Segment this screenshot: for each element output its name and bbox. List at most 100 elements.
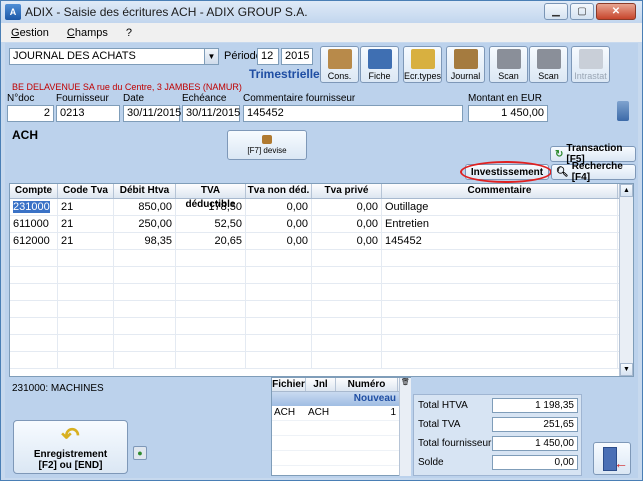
menu-champs[interactable]: Champs	[67, 27, 108, 39]
table-cell[interactable]	[10, 352, 58, 368]
table-cell[interactable]	[312, 267, 382, 283]
table-cell[interactable]: 612000	[10, 233, 58, 249]
table-cell[interactable]: 20,65	[176, 233, 246, 249]
table-cell[interactable]	[10, 318, 58, 334]
table-cell[interactable]: 0,00	[312, 199, 382, 215]
table-cell[interactable]	[114, 250, 176, 266]
table-cell[interactable]	[382, 318, 618, 334]
table-cell[interactable]	[176, 335, 246, 351]
status-ok-icon[interactable]: ●	[133, 446, 147, 460]
list-item[interactable]	[272, 451, 410, 466]
table-cell[interactable]: 250,00	[114, 216, 176, 232]
column-header[interactable]: Numéro	[336, 378, 398, 391]
toolbar-button-scan-4[interactable]: Scan	[489, 46, 528, 83]
table-cell[interactable]	[10, 267, 58, 283]
table-cell[interactable]	[312, 352, 382, 368]
column-header[interactable]: Commentaire	[382, 184, 618, 198]
echeance-field[interactable]: 30/11/2015	[182, 105, 240, 122]
table-cell[interactable]	[114, 267, 176, 283]
minimize-icon[interactable]: ▁	[544, 3, 568, 20]
toolbar-button-journal-3[interactable]: Journal	[446, 46, 485, 83]
table-cell[interactable]	[382, 335, 618, 351]
table-cell[interactable]	[176, 318, 246, 334]
close-icon[interactable]: ✕	[596, 3, 636, 20]
table-cell[interactable]: 21	[58, 216, 114, 232]
table-cell[interactable]: 850,00	[114, 199, 176, 215]
phone-icon[interactable]	[617, 101, 629, 121]
table-cell[interactable]	[176, 267, 246, 283]
list-item[interactable]: ACH ACH 1	[272, 406, 410, 421]
table-row[interactable]	[10, 250, 633, 267]
table-cell[interactable]	[10, 301, 58, 317]
table-cell[interactable]: 0,00	[312, 233, 382, 249]
table-cell[interactable]: 0,00	[312, 216, 382, 232]
column-header[interactable]: Code Tva	[58, 184, 114, 198]
toolbar-button-ecrtypes-2[interactable]: Ecr.types	[403, 46, 442, 83]
toolbar-button-fiche-1[interactable]: Fiche	[360, 46, 399, 83]
table-cell[interactable]	[58, 352, 114, 368]
table-cell[interactable]: 52,50	[176, 216, 246, 232]
commentaire-field[interactable]: 145452	[243, 105, 463, 122]
table-row[interactable]	[10, 284, 633, 301]
table-cell[interactable]	[382, 352, 618, 368]
column-header[interactable]: Compte	[10, 184, 58, 198]
table-cell[interactable]	[382, 250, 618, 266]
table-cell[interactable]	[246, 301, 312, 317]
table-row[interactable]	[10, 301, 633, 318]
periode-year-field[interactable]: 2015	[281, 48, 313, 65]
table-cell[interactable]: 145452	[382, 233, 618, 249]
grid-scrollbar[interactable]: ▲ ▼	[619, 184, 633, 376]
exit-button[interactable]: ←	[593, 442, 631, 475]
table-cell[interactable]	[246, 352, 312, 368]
table-cell[interactable]: Outillage	[382, 199, 618, 215]
table-cell[interactable]	[10, 335, 58, 351]
table-cell[interactable]: 21	[58, 199, 114, 215]
table-row[interactable]: 612000 21 98,35 20,65 0,00 0,00 145452	[10, 233, 633, 250]
table-cell[interactable]: 611000	[10, 216, 58, 232]
toolbar-button-cons-0[interactable]: Cons.	[320, 46, 359, 83]
table-cell[interactable]	[58, 250, 114, 266]
menu-help[interactable]: ?	[126, 27, 132, 39]
table-cell[interactable]	[114, 301, 176, 317]
table-cell[interactable]	[114, 352, 176, 368]
scroll-down-icon[interactable]: ▼	[620, 363, 633, 376]
table-row[interactable]	[10, 352, 633, 369]
nouveau-row[interactable]: Nouveau	[272, 392, 410, 406]
table-cell[interactable]	[312, 318, 382, 334]
table-cell[interactable]	[58, 335, 114, 351]
table-cell[interactable]	[312, 284, 382, 300]
toolbar-button-intrastat-6[interactable]: Intrastat	[571, 46, 610, 83]
table-cell[interactable]	[382, 284, 618, 300]
journal-select[interactable]: JOURNAL DES ACHATS ▼	[9, 48, 219, 65]
enregistrement-button[interactable]: ↶ Enregistrement [F2] ou [END]	[13, 420, 128, 474]
chevron-down-icon[interactable]: ▼	[204, 49, 218, 64]
table-cell[interactable]	[312, 301, 382, 317]
periode-num-field[interactable]: 12	[257, 48, 279, 65]
table-cell[interactable]	[176, 352, 246, 368]
table-cell[interactable]	[176, 301, 246, 317]
table-cell[interactable]	[58, 284, 114, 300]
table-cell[interactable]	[58, 318, 114, 334]
files-grid-scrollbar[interactable]: 🗑︎	[399, 378, 411, 476]
table-cell[interactable]	[114, 284, 176, 300]
date-field[interactable]: 30/11/2015	[123, 105, 181, 122]
column-header[interactable]: Débit Htva	[114, 184, 176, 198]
table-cell[interactable]	[246, 267, 312, 283]
title-bar[interactable]: A ADIX - Saisie des écritures ACH - ADIX…	[1, 1, 642, 23]
table-cell[interactable]: 178,50	[176, 199, 246, 215]
column-header[interactable]: Jnl	[306, 378, 336, 391]
table-cell[interactable]: 21	[58, 233, 114, 249]
devise-button[interactable]: [F7] devise	[227, 130, 307, 160]
table-cell[interactable]	[312, 250, 382, 266]
table-cell[interactable]	[10, 250, 58, 266]
table-cell[interactable]	[114, 335, 176, 351]
table-row[interactable]	[10, 335, 633, 352]
column-header[interactable]: Fichier	[272, 378, 306, 391]
menu-gestion[interactable]: Gestion	[11, 27, 49, 39]
list-item[interactable]	[272, 436, 410, 451]
table-cell[interactable]	[246, 318, 312, 334]
table-cell[interactable]: 0,00	[246, 199, 312, 215]
column-header[interactable]: TVA déductible	[176, 184, 246, 210]
table-cell[interactable]	[382, 267, 618, 283]
table-cell[interactable]	[246, 335, 312, 351]
